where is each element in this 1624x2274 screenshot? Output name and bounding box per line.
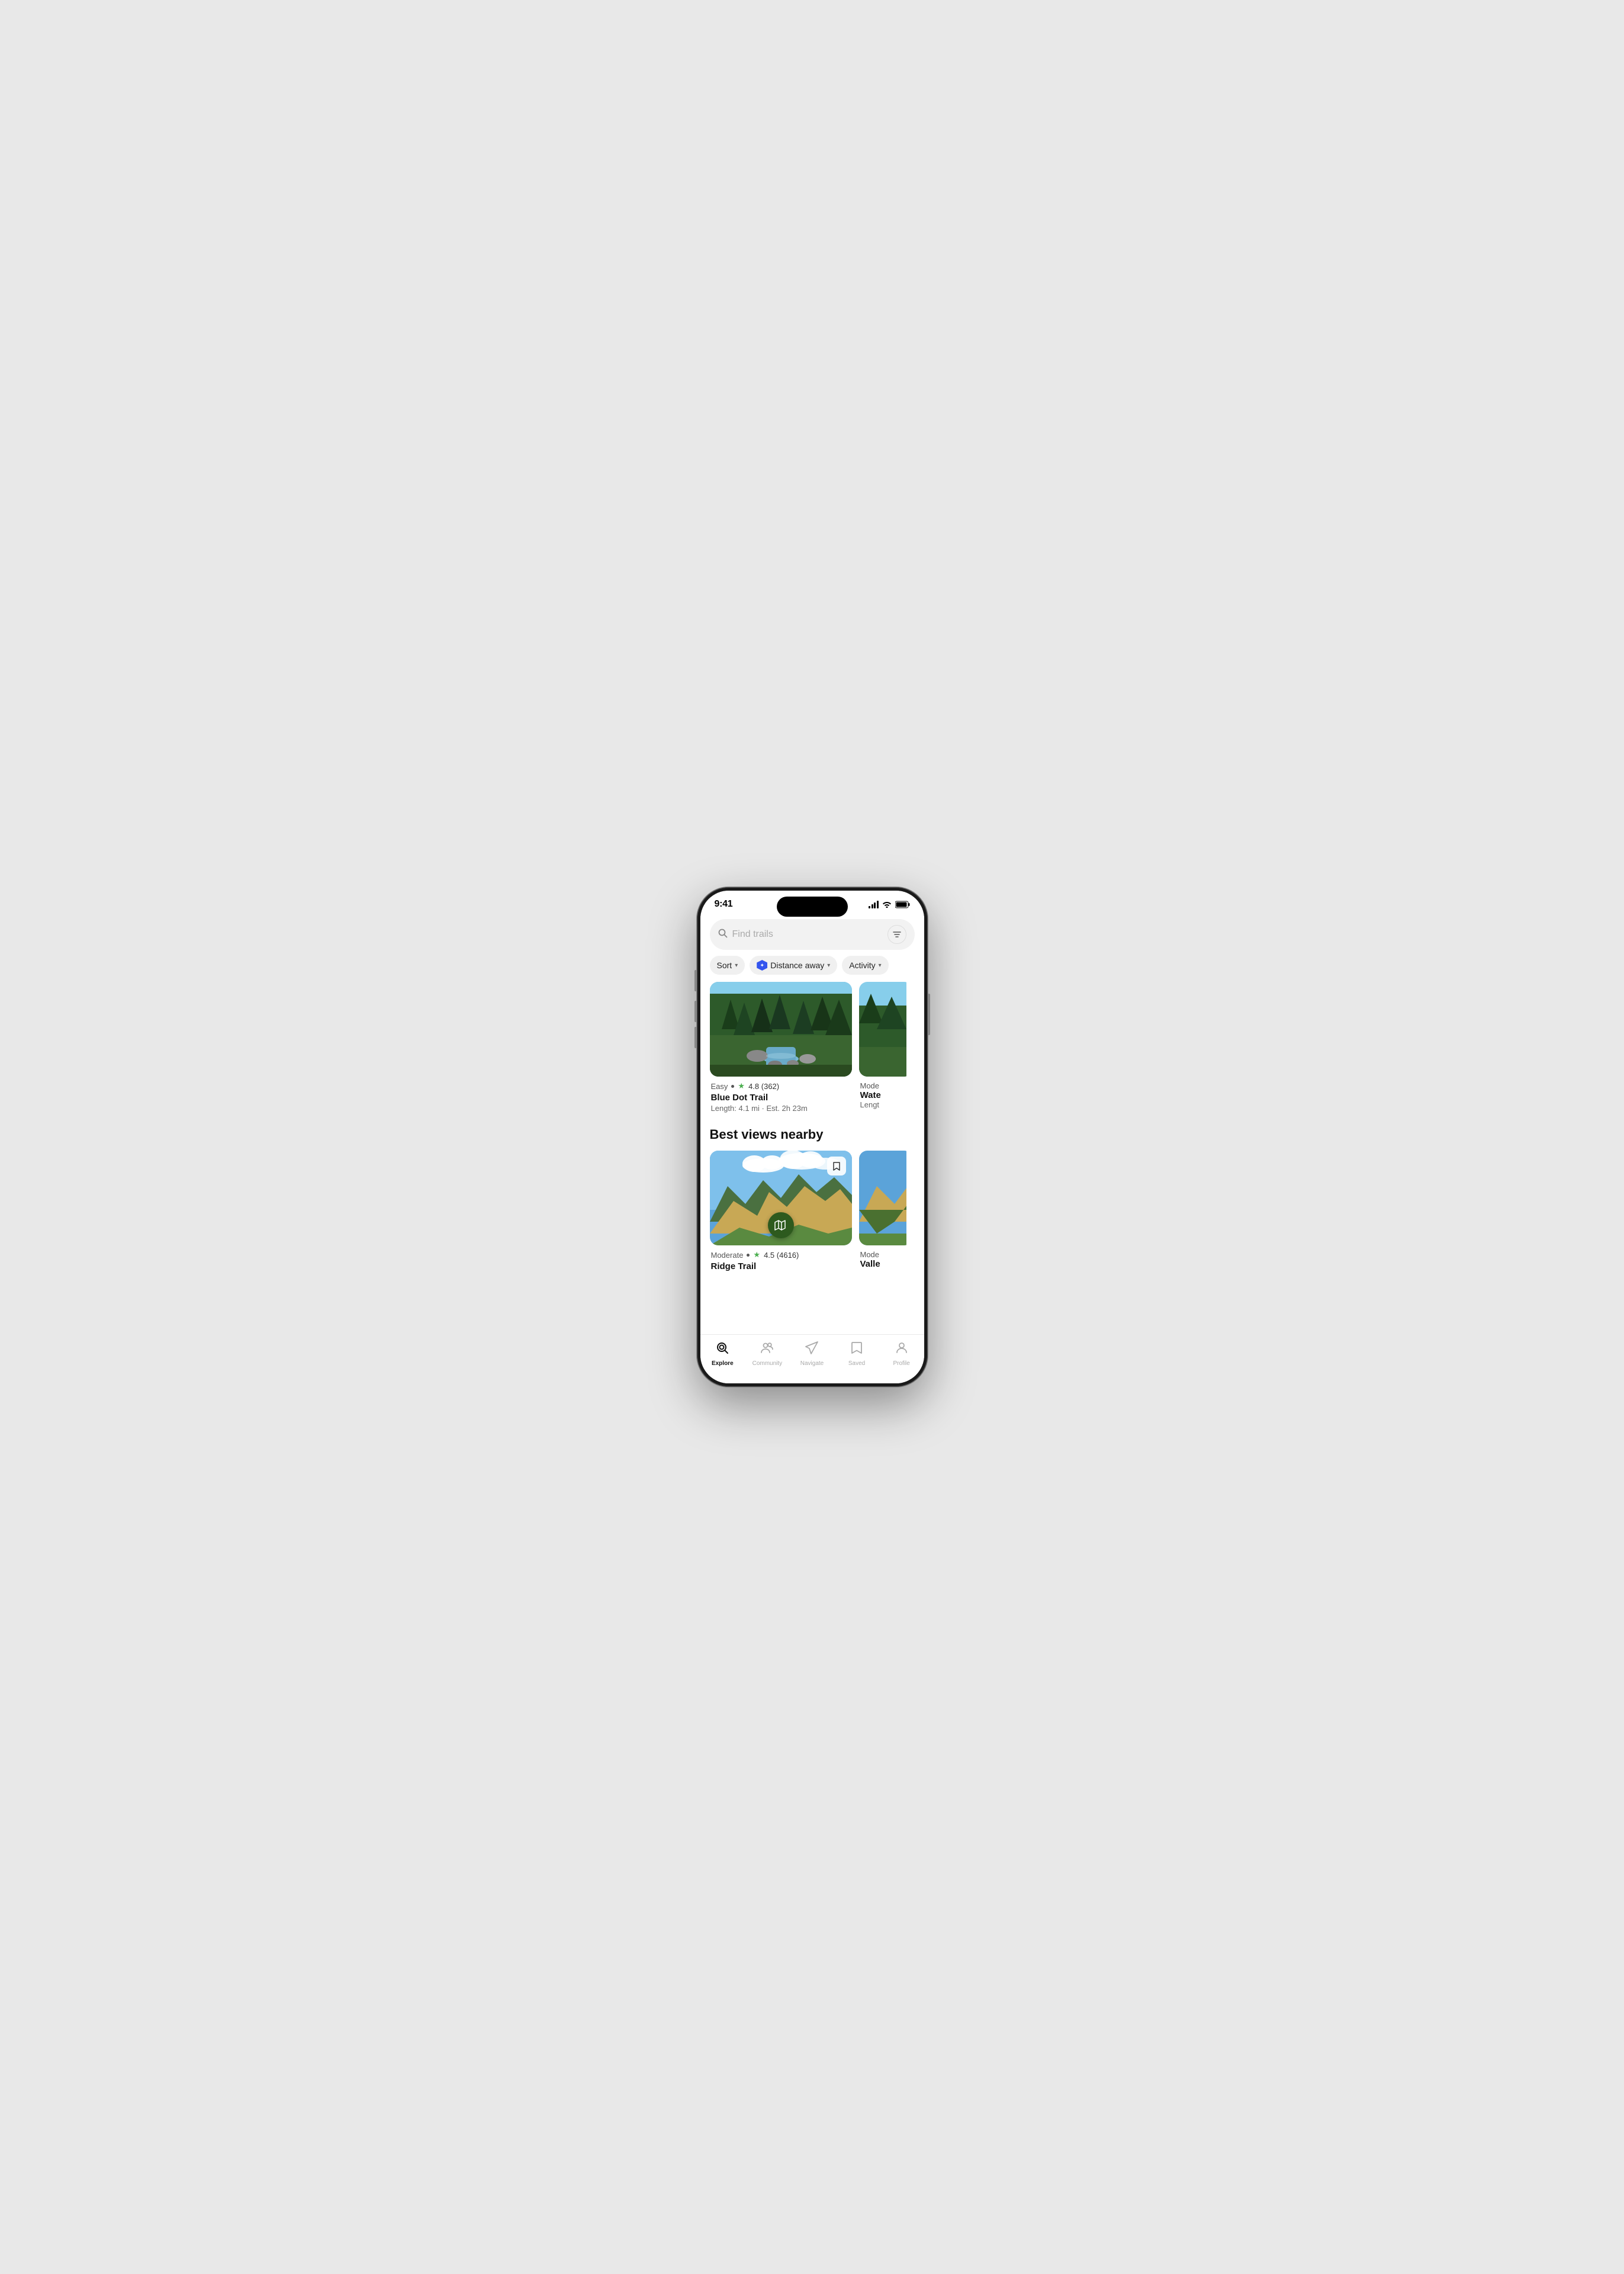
nav-item-explore[interactable]: Explore: [700, 1341, 745, 1367]
status-icons: [869, 901, 910, 908]
navigate-label: Navigate: [800, 1360, 824, 1367]
ridge-star-icon: ★: [753, 1250, 760, 1260]
filter-button[interactable]: [887, 925, 906, 944]
partial-name-2: Valle: [860, 1259, 905, 1269]
sort-label: Sort: [717, 961, 732, 970]
nav-item-navigate[interactable]: Navigate: [790, 1341, 835, 1367]
trail-info-ridge: Moderate ★ 4.5 (4616) Ridge Trail: [710, 1245, 852, 1275]
navigate-icon: [805, 1341, 819, 1358]
trail-name: Blue Dot Trail: [711, 1093, 851, 1103]
activity-label: Activity: [849, 961, 875, 970]
phone-screen: 9:41: [700, 891, 924, 1383]
activity-filter[interactable]: Activity ▾: [842, 956, 888, 975]
trail-card-ridge[interactable]: Moderate ★ 4.5 (4616) Ridge Trail: [710, 1151, 852, 1275]
partial-info: Mode Wate Lengt: [859, 1077, 906, 1112]
partial-name: Wate: [860, 1090, 905, 1100]
ridge-trail-name: Ridge Trail: [711, 1261, 851, 1271]
search-input[interactable]: Find trails: [732, 929, 883, 940]
distance-hex-icon: ✦: [757, 960, 767, 971]
saved-icon: [850, 1341, 864, 1358]
first-trail-row: Easy ★ 4.8 (362) Blue Dot Trail Length: …: [700, 982, 924, 1125]
trail-image-ridge: [710, 1151, 852, 1245]
trail-image-blue-dot: [710, 982, 852, 1077]
trail-meta-blue-dot: Easy ★ 4.8 (362): [711, 1081, 851, 1091]
explore-icon: [715, 1341, 729, 1358]
partial-difficulty: Mode: [860, 1081, 905, 1090]
status-bar: 9:41: [700, 891, 924, 914]
status-time: 9:41: [715, 899, 733, 910]
saved-label: Saved: [848, 1360, 865, 1367]
nav-item-community[interactable]: Community: [745, 1341, 790, 1367]
star-icon: ★: [738, 1081, 745, 1091]
phone-frame: 9:41: [697, 887, 928, 1387]
second-trail-row: Moderate ★ 4.5 (4616) Ridge Trail: [700, 1151, 924, 1284]
nav-item-profile[interactable]: Profile: [879, 1341, 924, 1367]
partial-info-2: Mode Valle: [859, 1245, 906, 1271]
partial-mountain-image: [859, 1151, 906, 1245]
nav-item-saved[interactable]: Saved: [834, 1341, 879, 1367]
scroll-content: Easy ★ 4.8 (362) Blue Dot Trail Length: …: [700, 982, 924, 1334]
search-bar[interactable]: Find trails: [710, 919, 915, 950]
trail-card-partial-1[interactable]: Mode Wate Lengt: [859, 982, 906, 1115]
partial-length: Lengt: [860, 1100, 905, 1109]
section-title: Best views nearby: [700, 1125, 924, 1151]
difficulty-separator: [731, 1085, 734, 1088]
community-label: Community: [752, 1360, 783, 1367]
profile-icon: [895, 1341, 909, 1358]
activity-chevron-icon: ▾: [879, 962, 882, 969]
explore-label: Explore: [712, 1360, 734, 1367]
ridge-rating: 4.5 (4616): [764, 1251, 799, 1260]
community-icon: [760, 1341, 774, 1358]
distance-label: Distance away: [770, 961, 824, 970]
trail-length: Length: 4.1 mi · Est. 2h 23m: [711, 1104, 851, 1113]
profile-label: Profile: [893, 1360, 909, 1367]
ridge-separator: [747, 1254, 750, 1257]
dynamic-island: [777, 897, 848, 917]
partial-difficulty-2: Mode: [860, 1250, 905, 1259]
trail-meta-ridge: Moderate ★ 4.5 (4616): [711, 1250, 851, 1260]
filter-row: Sort ▾ ✦ Distance away ▾ Activity ▾: [700, 956, 924, 982]
trail-difficulty: Easy: [711, 1082, 728, 1091]
bookmark-button[interactable]: [827, 1157, 846, 1175]
sort-chevron-icon: ▾: [735, 962, 738, 969]
bottom-nav: Explore Community: [700, 1334, 924, 1383]
trail-card-blue-dot[interactable]: Easy ★ 4.8 (362) Blue Dot Trail Length: …: [710, 982, 852, 1115]
search-area: Find trails: [700, 914, 924, 956]
distance-chevron-icon: ▾: [827, 962, 830, 969]
trail-info-blue-dot: Easy ★ 4.8 (362) Blue Dot Trail Length: …: [710, 1077, 852, 1115]
partial-trail-image: [859, 982, 906, 1077]
sort-filter[interactable]: Sort ▾: [710, 956, 745, 975]
signal-icon: [869, 901, 879, 908]
ridge-difficulty: Moderate: [711, 1251, 744, 1260]
map-badge-button[interactable]: [768, 1212, 794, 1238]
distance-filter[interactable]: ✦ Distance away ▾: [750, 956, 837, 975]
trail-rating: 4.8 (362): [748, 1082, 779, 1091]
search-icon: [718, 929, 728, 941]
wifi-icon: [882, 901, 892, 908]
battery-icon: [895, 901, 910, 908]
trail-card-partial-2[interactable]: Mode Valle: [859, 1151, 906, 1275]
